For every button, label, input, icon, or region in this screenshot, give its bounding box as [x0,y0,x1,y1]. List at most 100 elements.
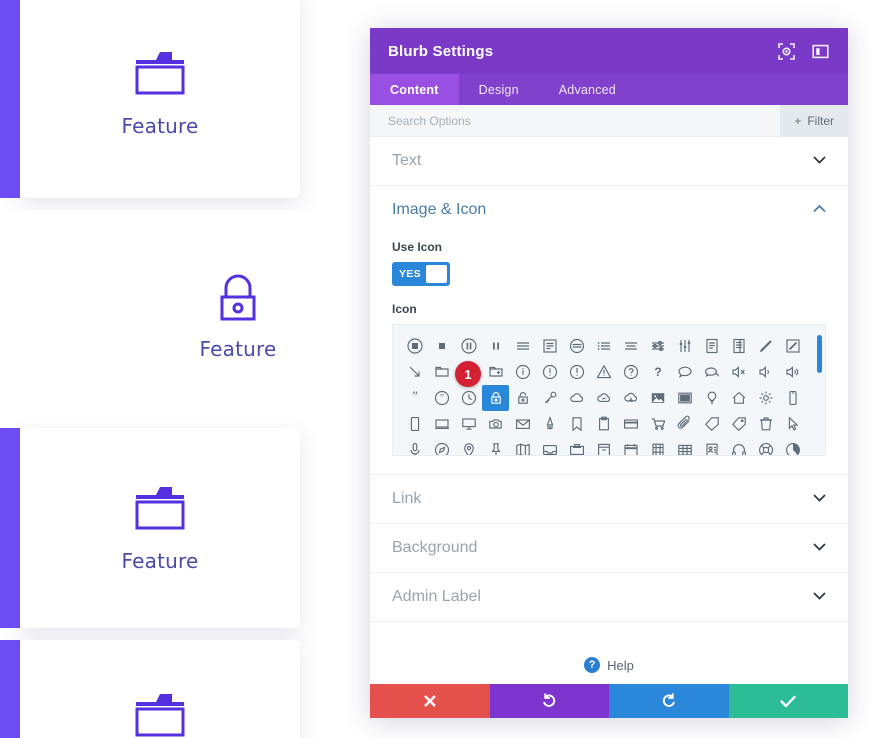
icon-option-shopping-cart-icon[interactable] [645,411,672,437]
icon-option-lightbulb-icon[interactable] [699,385,726,411]
icon-option-clipboard-icon[interactable] [590,411,617,437]
icon-option-trash-icon[interactable] [753,411,780,437]
icon-grid-scrollbar[interactable] [817,331,822,449]
undo-button[interactable] [489,684,609,718]
feature-card[interactable] [0,640,300,738]
icon-option-home-icon[interactable] [726,385,753,411]
icon-option-clock-icon[interactable] [455,385,482,411]
icon-option-folder-add-icon[interactable] [482,359,509,385]
section-background-header[interactable]: Background [392,524,826,572]
icon-option-sliders-icon[interactable] [645,333,672,359]
icon-option-key-icon[interactable] [536,385,563,411]
icon-option-stop-square-icon[interactable] [428,333,455,359]
icon-option-list-bullets-icon[interactable] [590,333,617,359]
filter-button[interactable]: + Filter [780,104,848,137]
icon-option-film-strip-icon[interactable] [645,437,672,455]
cancel-button[interactable] [370,684,490,718]
icon-option-warning-triangle-icon[interactable] [590,359,617,385]
icon-option-question-mark-icon[interactable]: ? [645,359,672,385]
icon-option-envelope-icon[interactable] [509,411,536,437]
icon-option-microphone-icon[interactable] [401,437,428,455]
icon-option-chat-bubbles-icon[interactable] [699,359,726,385]
icon-option-pause-circle-icon[interactable] [455,333,482,359]
icon-option-map-pin-icon[interactable] [455,437,482,455]
icon-option-headphones-icon[interactable] [726,437,753,455]
panel-layout-icon[interactable] [810,41,830,61]
icon-option-text-circle-icon[interactable] [563,333,590,359]
icon-option-tag-outline-icon[interactable] [726,411,753,437]
section-admin-label-header[interactable]: Admin Label [392,573,826,621]
icon-option-pie-chart-icon[interactable] [780,437,807,455]
search-input[interactable] [370,113,781,128]
icon-option-volume-mute-icon[interactable] [726,359,753,385]
icon-option-compass-icon[interactable] [428,437,455,455]
icon-option-contact-card-icon[interactable] [699,437,726,455]
icon-option-question-circle-icon[interactable] [618,359,645,385]
icon-option-settings-gear-icon[interactable] [753,385,780,411]
icon-option-pencil-box-icon[interactable] [780,333,807,359]
use-icon-toggle[interactable]: YES [392,262,450,286]
icon-option-archive-box-icon[interactable] [590,437,617,455]
icon-option-tablet-icon[interactable] [401,411,428,437]
tab-content[interactable]: Content [370,74,459,105]
icon-option-lock-open-icon[interactable] [509,385,536,411]
icon-option-document-lines-icon[interactable] [699,333,726,359]
icon-option-image-icon[interactable] [645,385,672,411]
icon-option-cursor-arrow-icon[interactable] [780,411,807,437]
help-row[interactable]: ? Help [370,622,848,684]
icon-option-cloud-icon[interactable] [563,385,590,411]
icon-option-push-pin-icon[interactable] [482,437,509,455]
icon-option-quote-circle-icon[interactable]: ” [428,385,455,411]
panel-body: Text Image & Icon Use Icon YES Icon ? ” … [370,137,848,684]
icon-option-lock-closed-icon[interactable] [482,385,510,411]
feature-card[interactable]: Feature [0,0,300,198]
icon-option-camera-icon[interactable] [482,411,509,437]
tab-design[interactable]: Design [459,74,539,105]
icon-option-table-grid-icon[interactable] [672,437,699,455]
icon-option-desktop-icon[interactable] [455,411,482,437]
tab-advanced[interactable]: Advanced [539,74,636,105]
icon-option-alert-circle-icon[interactable] [563,359,590,385]
icon-option-align-lines-icon[interactable] [618,333,645,359]
icon-option-pause-icon[interactable] [482,333,509,359]
icon-option-document-text-icon[interactable] [726,333,753,359]
icon-option-map-icon[interactable] [509,437,536,455]
icon-option-info-circle-icon[interactable] [509,359,536,385]
icon-option-cloud-download-icon[interactable] [618,385,645,411]
icon-option-calendar-icon[interactable] [618,437,645,455]
icon-option-menu-lines-icon[interactable] [509,333,536,359]
redo-button[interactable] [609,684,729,718]
icon-option-pencil-line-icon[interactable] [753,333,780,359]
icon-option-text-box-icon[interactable] [536,333,563,359]
focus-target-icon[interactable] [776,41,796,61]
icon-option-arrow-corner-icon[interactable] [401,359,428,385]
icon-option-mobile-phone-icon[interactable] [780,385,807,411]
icon-option-volume-high-icon[interactable] [780,359,807,385]
icon-option-folder-icon[interactable] [428,359,455,385]
scrollbar-thumb[interactable] [817,335,822,373]
icon-option-credit-card-icon[interactable] [618,411,645,437]
section-text-header[interactable]: Text [392,137,826,185]
icon-option-cloud-sync-icon[interactable] [590,385,617,411]
save-button[interactable] [728,684,848,718]
icon-option-chat-bubble-icon[interactable] [672,359,699,385]
chat-bubble-icon [678,366,692,378]
feature-card[interactable]: Feature [0,428,300,628]
section-image-icon-header[interactable]: Image & Icon [392,186,826,234]
icon-option-tag-icon[interactable] [699,411,726,437]
icon-option-inbox-icon[interactable] [536,437,563,455]
icon-option-image-photo-icon[interactable] [672,385,699,411]
icon-option-paperclip-icon[interactable] [672,411,699,437]
icon-option-briefcase-icon[interactable] [563,437,590,455]
icon-option-lifebuoy-icon[interactable] [753,437,780,455]
icon-option-quote-right-icon[interactable]: ” [401,385,428,411]
icon-option-bookmark-icon[interactable] [563,411,590,437]
feature-card[interactable]: Feature [0,210,370,422]
section-link-header[interactable]: Link [392,475,826,523]
icon-option-ink-pen-icon[interactable] [536,411,563,437]
icon-option-laptop-icon[interactable] [428,411,455,437]
icon-option-volume-low-icon[interactable] [753,359,780,385]
icon-option-record-circle-icon[interactable] [401,333,428,359]
icon-option-equalizer-icon[interactable] [672,333,699,359]
icon-option-exclamation-circle-icon[interactable] [536,359,563,385]
